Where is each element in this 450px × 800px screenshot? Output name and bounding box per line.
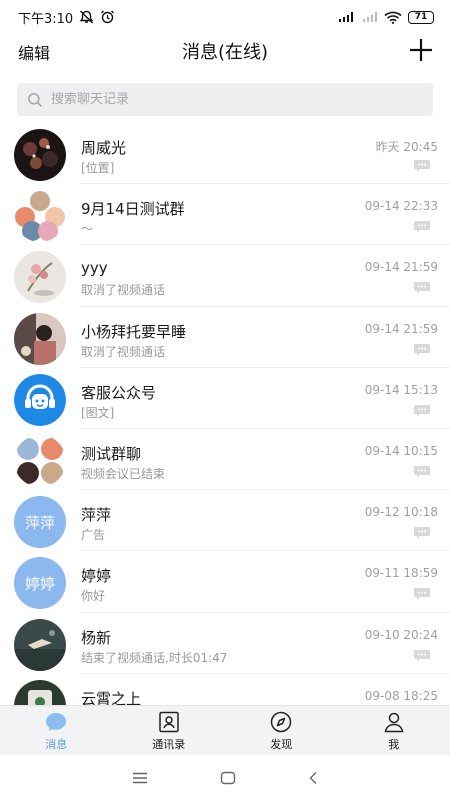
conversation-name: 云霄之上 — [81, 689, 142, 705]
edit-button[interactable]: 编辑 — [18, 40, 50, 64]
tab-contacts[interactable]: 通讯录 — [113, 706, 226, 755]
conversation-name: 客服公众号 — [81, 383, 157, 402]
status-bar: 下午3:10 71 — [0, 0, 450, 34]
conversation-name: 婷婷 — [81, 567, 112, 586]
contacts-icon — [159, 711, 179, 732]
avatar — [14, 129, 66, 181]
tab-messages[interactable]: 消息 — [0, 706, 113, 755]
wifi-icon — [384, 11, 402, 24]
message-bubble-icon — [414, 465, 430, 478]
signal-icon — [338, 11, 356, 23]
message-bubble-icon — [414, 343, 430, 356]
conversation-time: 09-08 18:25 — [364, 688, 438, 703]
group-avatar — [14, 190, 66, 243]
avatar — [14, 679, 66, 705]
conversation-time: 09-14 22:33 — [364, 199, 438, 214]
alarm-icon — [100, 10, 115, 24]
add-button[interactable] — [408, 37, 434, 63]
compass-icon — [271, 711, 292, 732]
conversation-name: 杨新 — [81, 628, 112, 647]
conversation-row[interactable]: 萍萍 萍萍 广告 09-12 10:18 — [0, 490, 450, 552]
conversation-time: 09-10 20:24 — [364, 627, 438, 642]
conversation-row[interactable]: 周威光 [位置] 昨天 20:45 — [0, 123, 450, 185]
conversation-time: 09-14 15:13 — [364, 382, 438, 397]
conversation-preview: 视频会议已结束 — [81, 466, 166, 481]
tab-me[interactable]: 我 — [338, 706, 450, 755]
conversation-time: 09-14 21:59 — [364, 321, 438, 336]
conversation-name: 测试群聊 — [81, 444, 142, 463]
conversation-time: 09-12 10:18 — [364, 505, 438, 520]
battery-indicator: 71 — [408, 10, 434, 24]
tab-discover[interactable]: 发现 — [225, 706, 338, 755]
search-bar[interactable] — [17, 83, 433, 116]
conversation-name: 小杨拜托要早睡 — [81, 322, 187, 341]
conversation-name: 9月14日测试群 — [81, 200, 185, 219]
message-bubble-icon — [414, 160, 430, 172]
tab-label: 通讯录 — [152, 737, 186, 751]
conversation-preview: 取消了视频通话 — [81, 344, 166, 359]
message-bubble-icon — [414, 221, 430, 233]
person-icon — [384, 712, 404, 732]
conversation-row[interactable]: 婷婷 婷婷 你好 09-11 18:59 — [0, 551, 450, 613]
tab-label: 发现 — [270, 737, 293, 751]
conversation-time: 09-14 10:15 — [364, 443, 438, 458]
tab-label: 我 — [388, 737, 400, 751]
conversation-row[interactable]: yyy 取消了视频通话 09-14 21:59 — [0, 245, 450, 307]
conversation-preview: 你好 — [81, 589, 106, 604]
group-avatar — [14, 434, 66, 487]
conversation-time: 09-11 18:59 — [364, 566, 438, 581]
message-bubble-icon — [414, 404, 430, 417]
conversation-name: 周威光 — [81, 139, 127, 157]
system-nav-bar — [0, 755, 450, 800]
menu-icon[interactable] — [132, 772, 148, 784]
conversation-name: yyy — [81, 259, 108, 278]
conversation-list: 周威光 [位置] 昨天 20:45 9月14日测试群 ～ 09-14 22:33… — [0, 123, 450, 705]
bottom-tab-bar: 消息 通讯录 发现 我 — [0, 705, 450, 755]
page-title: 消息(在线) — [181, 42, 269, 63]
conversation-preview: 广告 — [81, 528, 106, 543]
back-icon[interactable] — [308, 771, 318, 785]
conversation-preview: [图文] — [81, 405, 115, 420]
conversation-row[interactable]: 客服公众号 [图文] 09-14 15:13 — [0, 368, 450, 429]
conversation-row[interactable]: 云霄之上 09-08 18:25 — [0, 674, 450, 705]
conversation-row[interactable]: 9月14日测试群 ～ 09-14 22:33 — [0, 184, 450, 246]
avatar — [14, 251, 66, 304]
customer-service-avatar — [14, 373, 66, 426]
message-bubble-icon — [414, 649, 430, 661]
messages-screen: 下午3:10 71 编辑 消息(在线) 搜索聊天记录 周威光 [位置] 昨天 2… — [0, 0, 450, 800]
conversation-row[interactable]: 小杨拜托要早睡 取消了视频通话 09-14 21:59 — [0, 307, 450, 368]
conversation-time: 昨天 20:45 — [375, 140, 438, 154]
message-bubble-icon — [414, 527, 430, 539]
conversation-preview: 取消了视频通话 — [81, 283, 166, 298]
conversation-name: 萍萍 — [81, 506, 112, 525]
conversation-preview: 结束了视频通话,时长01:47 — [81, 650, 228, 665]
search-input[interactable] — [51, 92, 411, 107]
home-icon[interactable] — [220, 771, 236, 785]
conversation-preview: [位置] — [81, 161, 115, 175]
avatar — [14, 312, 66, 365]
conversation-row[interactable]: 杨新 结束了视频通话,时长01:47 09-10 20:24 — [0, 613, 450, 674]
mute-off-icon — [79, 10, 94, 24]
status-time: 下午3:10 — [18, 11, 74, 27]
text-avatar: 婷婷 — [14, 557, 66, 610]
message-bubble-icon — [414, 588, 430, 600]
search-icon — [28, 92, 43, 107]
avatar — [14, 618, 66, 671]
conversation-time: 09-14 21:59 — [364, 260, 438, 275]
conversation-preview: ～ — [81, 222, 94, 237]
tab-label: 消息 — [45, 737, 68, 751]
plus-icon — [410, 39, 432, 61]
text-avatar: 萍萍 — [14, 496, 66, 549]
top-bar: 编辑 消息(在线) — [0, 34, 450, 70]
chat-bubble-icon — [46, 712, 67, 731]
message-bubble-icon — [414, 282, 430, 294]
headset-icon — [14, 373, 66, 426]
signal-2-icon — [362, 11, 378, 23]
conversation-row[interactable]: 测试群聊 视频会议已结束 09-14 10:15 — [0, 429, 450, 491]
